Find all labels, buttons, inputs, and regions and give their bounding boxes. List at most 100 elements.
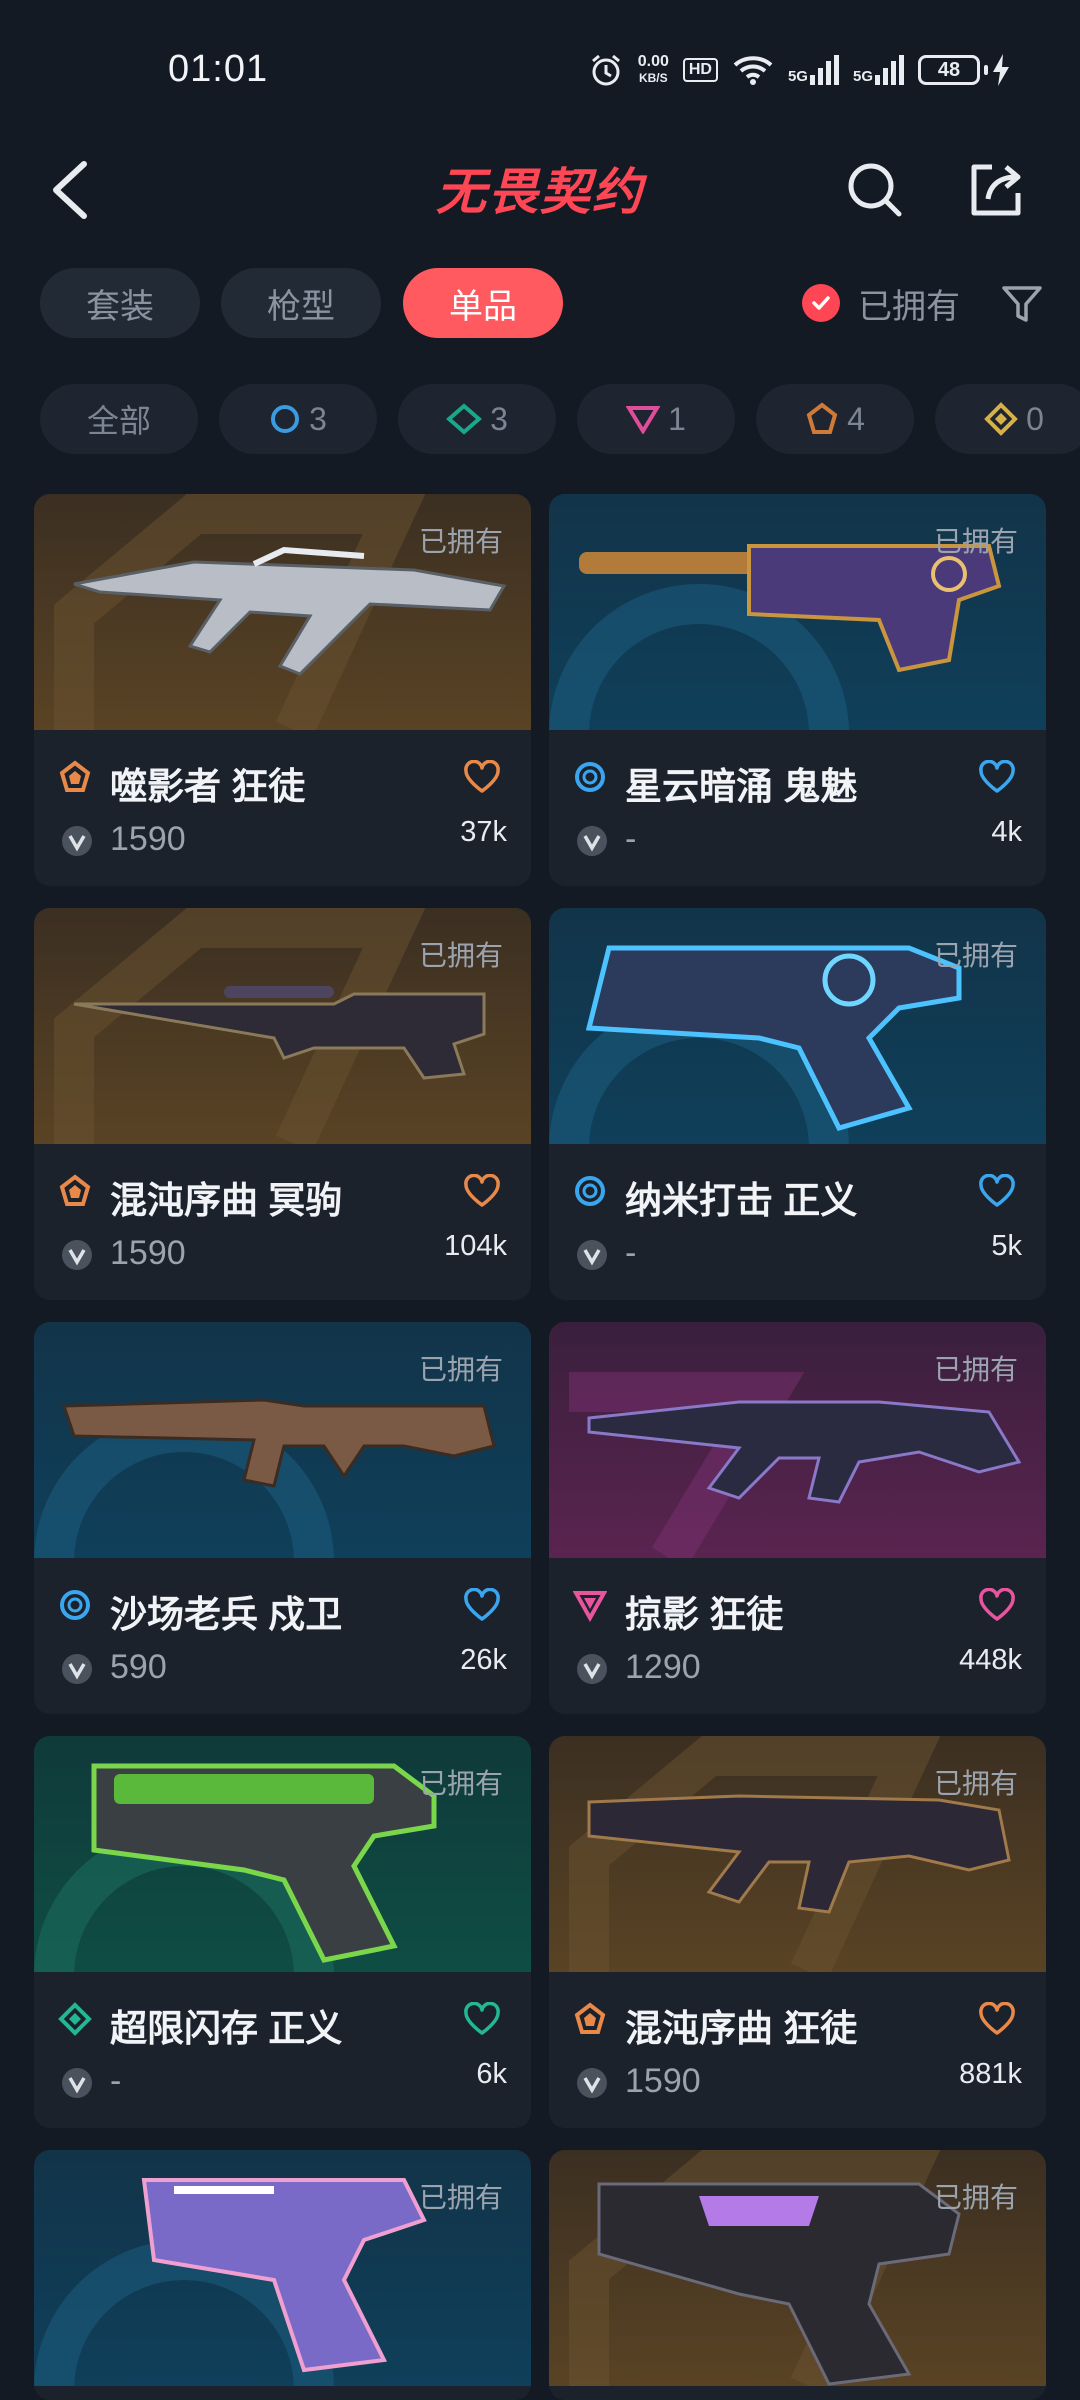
premium-tier-icon [59, 1174, 91, 1206]
chip-count: 4 [847, 400, 865, 437]
search-icon [848, 163, 902, 217]
battery-indicator: 48 [918, 54, 1010, 86]
select-tier-icon [60, 1590, 90, 1620]
like-count: 37k [460, 816, 507, 848]
skin-info: 星云暗涌 鬼魅 - 4k [549, 730, 1046, 886]
valorant-points-icon [62, 1240, 92, 1270]
search-button[interactable] [840, 150, 910, 230]
ultra-tier-icon [984, 402, 1018, 436]
valorant-points-icon [577, 1654, 607, 1684]
skin-info: 超限闪存 正义 - 6k [34, 1972, 531, 2128]
skin-name: 沙场老兵 戍卫 [110, 1594, 343, 1635]
like-count: 448k [959, 1644, 1022, 1676]
chip-select-tier[interactable]: 3 [219, 384, 377, 454]
skin-name: 混沌序曲 狂徒 [625, 2008, 858, 2049]
signal-5g-1: 5G [788, 55, 839, 85]
owned-label: 已拥有 [418, 940, 503, 971]
share-button[interactable] [960, 150, 1030, 230]
owned-label: 已拥有 [933, 2182, 1018, 2213]
skin-name: 掠影 狂徒 [625, 1594, 784, 1635]
owned-label: 已拥有 [418, 1768, 503, 1799]
category-tabs: 套装 枪型 单品 已拥有 [40, 268, 1050, 338]
deluxe-tier-icon [58, 2002, 92, 2036]
status-time: 01:01 [168, 48, 269, 90]
skin-thumbnail: 已拥有 [34, 908, 531, 1144]
skin-card[interactable]: 已拥有 超限闪存 正义 - 6k [34, 1736, 531, 2128]
owned-label: 已拥有 [418, 526, 503, 557]
owned-label: 已拥有 [933, 526, 1018, 557]
filter-funnel-icon [1002, 286, 1042, 322]
skin-thumbnail: 已拥有 [34, 1736, 531, 1972]
skin-card[interactable]: 已拥有 混沌序曲 冥驹 1590 104k [34, 908, 531, 1300]
network-speed: 0.00 KB/S [638, 54, 669, 86]
signal-label: 5G [852, 68, 873, 85]
like-count: 6k [476, 2058, 507, 2090]
select-tier-icon [271, 405, 300, 433]
skin-card[interactable]: 已拥有 噬影者 狂徒 1590 37k [34, 494, 531, 886]
skin-card[interactable]: 已拥有 星云暗涌 鬼魅 - 4k [549, 494, 1046, 886]
like-count: 881k [959, 2058, 1022, 2090]
owned-label: 已拥有 [418, 1354, 503, 1385]
owned-filter-label: 已拥有 [858, 287, 960, 326]
back-button[interactable] [40, 150, 100, 230]
skin-name: 超限闪存 正义 [110, 2008, 343, 2049]
owned-filter-toggle[interactable]: 已拥有 [802, 268, 960, 338]
skin-card[interactable]: 已拥有 沙场老兵 戍卫 590 26k [34, 1322, 531, 1714]
chip-count: 3 [490, 400, 508, 437]
skin-card[interactable]: 已拥有 纳米打击 正义 - 5k [549, 908, 1046, 1300]
filter-button[interactable] [994, 276, 1050, 332]
premium-tier-icon [59, 760, 91, 792]
skin-price: - [110, 2062, 122, 2100]
valorant-points-icon [62, 826, 92, 856]
skin-name: 星云暗涌 鬼魅 [625, 766, 858, 807]
skin-price: 590 [110, 1648, 167, 1686]
favorite-heart-icon[interactable] [978, 1174, 1016, 1208]
skin-price: 1590 [625, 2062, 701, 2100]
tab-weapon-types[interactable]: 枪型 [221, 268, 381, 338]
skin-card[interactable]: 已拥有 混沌序曲 狂徒 1590 881k [549, 1736, 1046, 2128]
skin-name: 混沌序曲 冥驹 [110, 1180, 343, 1221]
skin-price: - [625, 820, 637, 858]
skin-card[interactable]: 已拥有 掠影 狂徒 1290 448k [549, 1322, 1046, 1714]
skin-thumbnail: 已拥有 [549, 494, 1046, 730]
charging-icon [993, 54, 1009, 86]
status-bar: 01:01 0.00 KB/S HD 5G 5G 48 [0, 0, 1080, 140]
favorite-heart-icon[interactable] [463, 2002, 501, 2036]
signal-5g-2: 5G [853, 55, 904, 85]
deluxe-tier-icon [446, 403, 483, 435]
chip-ultra-tier[interactable]: 0 [935, 384, 1080, 454]
status-icons: 0.00 KB/S HD 5G 5G 48 [588, 48, 1010, 92]
chip-count: 1 [668, 400, 686, 437]
tab-single-items[interactable]: 单品 [403, 268, 563, 338]
skin-info: 沙场老兵 戍卫 590 26k [34, 1558, 531, 1714]
share-icon [971, 164, 1021, 216]
tier-filter-chips: 全部 3 3 1 4 0 [40, 384, 1080, 454]
favorite-heart-icon[interactable] [978, 1588, 1016, 1622]
network-speed-unit: KB/S [638, 71, 668, 85]
chip-deluxe-tier[interactable]: 3 [398, 384, 556, 454]
favorite-heart-icon[interactable] [463, 1588, 501, 1622]
favorite-heart-icon[interactable] [978, 760, 1016, 794]
skin-name: 噬影者 狂徒 [110, 766, 306, 807]
exclusive-tier-icon [573, 1591, 607, 1622]
skin-price: - [625, 1234, 637, 1272]
chip-premium-tier[interactable]: 4 [756, 384, 914, 454]
favorite-heart-icon[interactable] [463, 760, 501, 794]
chevron-left-icon [53, 161, 87, 219]
skin-info: 混沌序曲 冥驹 1590 104k [34, 1144, 531, 1300]
skin-price: 1590 [110, 820, 186, 858]
network-speed-value: 0.00 [637, 53, 669, 70]
skin-card[interactable]: 已拥有 [34, 2150, 531, 2400]
favorite-heart-icon[interactable] [978, 2002, 1016, 2036]
chip-exclusive-tier[interactable]: 1 [577, 384, 735, 454]
favorite-heart-icon[interactable] [463, 1174, 501, 1208]
chip-all[interactable]: 全部 [40, 384, 198, 454]
valorant-points-icon [577, 2068, 607, 2098]
skin-card[interactable]: 已拥有 [549, 2150, 1046, 2400]
select-tier-icon [575, 762, 605, 792]
premium-tier-icon [574, 2002, 606, 2034]
tab-bundles[interactable]: 套装 [40, 268, 200, 338]
like-count: 104k [444, 1230, 507, 1262]
premium-tier-icon [806, 402, 838, 434]
like-count: 26k [460, 1644, 507, 1676]
